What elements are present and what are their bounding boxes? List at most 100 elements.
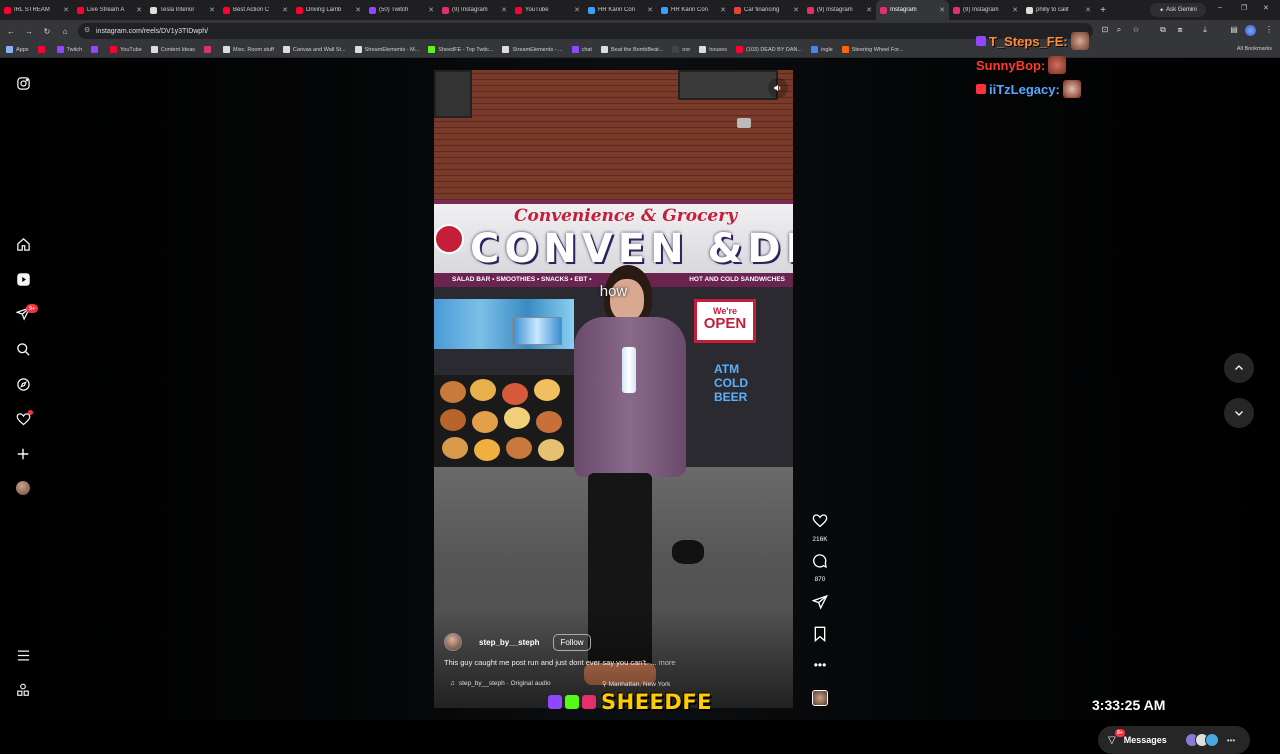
comment-button[interactable]: 870	[806, 553, 834, 583]
home-icon[interactable]	[13, 234, 33, 254]
bookmark-item[interactable]: Content Ideas	[150, 46, 196, 53]
also-from-meta-icon[interactable]	[13, 680, 33, 700]
bookmark-item[interactable]: ingle	[811, 46, 833, 53]
browser-tab[interactable]: HR Karin Con ✕	[657, 0, 730, 20]
browser-tab[interactable]: philly to calif ✕	[1022, 0, 1095, 20]
reel-video[interactable]: Convenience & Grocery CONVEN &DE SALAD B…	[434, 70, 793, 708]
more-menu-icon[interactable]	[13, 645, 33, 665]
new-tab-button[interactable]: +	[1095, 5, 1111, 16]
bookmark-item[interactable]: YouTube	[110, 46, 142, 53]
reload-button[interactable]: ↻	[38, 27, 56, 36]
browser-tab[interactable]: (9) Instagram ✕	[803, 0, 876, 20]
instagram-logo-icon[interactable]	[13, 73, 33, 93]
browser-tab[interactable]: Best Action C ✕	[219, 0, 292, 20]
bookmark-item[interactable]: Canvas and Wall St...	[282, 46, 346, 53]
like-button[interactable]: 216K	[806, 513, 834, 543]
close-tab-icon[interactable]: ✕	[866, 6, 872, 14]
back-button[interactable]: ←	[2, 27, 20, 36]
next-reel-button[interactable]	[1224, 398, 1254, 428]
streamer-name: SHEEDFE	[601, 690, 713, 714]
browser-tab[interactable]: (9) Instagram ✕	[949, 0, 1022, 20]
close-tab-icon[interactable]: ✕	[428, 6, 434, 14]
close-tab-icon[interactable]: ✕	[939, 6, 945, 14]
browser-tab[interactable]: Car financing ✕	[730, 0, 803, 20]
owner-avatar[interactable]	[444, 633, 462, 651]
browser-tab[interactable]: (9) Instagram ✕	[438, 0, 511, 20]
close-tab-icon[interactable]: ✕	[1085, 6, 1091, 14]
minimize-button[interactable]: –	[1218, 4, 1222, 11]
browser-tab[interactable]: HR Karin Con ✕	[584, 0, 657, 20]
direct-icon: ▽ 9+	[1108, 728, 1125, 746]
bookmark-item[interactable]: Beat the BombBeat...	[600, 46, 663, 53]
bookmark-item[interactable]: chat	[571, 46, 592, 53]
previous-reel-button[interactable]	[1224, 353, 1254, 383]
close-tab-icon[interactable]: ✕	[63, 6, 69, 14]
volume-icon[interactable]	[768, 78, 788, 98]
fridge	[512, 317, 562, 345]
follow-button[interactable]: Follow	[553, 633, 591, 651]
all-bookmarks-button[interactable]: All Bookmarks	[1237, 46, 1272, 52]
messages-button[interactable]: ▽ 9+ Messages •••	[1098, 726, 1250, 754]
bookmark-item[interactable]: Apps	[6, 46, 29, 53]
home-button[interactable]: ⌂	[56, 27, 74, 36]
browser-tab[interactable]: Live Stream A ✕	[73, 0, 146, 20]
close-window-button[interactable]: ✕	[1263, 4, 1269, 12]
audio-thumbnail[interactable]	[806, 690, 834, 706]
extension-puzzle-icon[interactable]: ⧈	[1171, 25, 1189, 35]
explore-icon[interactable]	[13, 374, 33, 394]
close-tab-icon[interactable]: ✕	[793, 6, 799, 14]
close-tab-icon[interactable]: ✕	[1012, 6, 1018, 14]
save-button[interactable]	[806, 626, 834, 647]
reels-icon[interactable]	[13, 269, 33, 289]
browser-tab[interactable]: Instagram ✕	[876, 0, 949, 20]
browser-tab[interactable]: Tesla Interior ✕	[146, 0, 219, 20]
close-tab-icon[interactable]: ✕	[720, 6, 726, 14]
close-tab-icon[interactable]: ✕	[355, 6, 361, 14]
close-tab-icon[interactable]: ✕	[209, 6, 215, 14]
bookmark-item[interactable]: StreamElements - ...	[502, 46, 563, 53]
bookmark-star-icon[interactable]: ☆	[1127, 25, 1145, 34]
maximize-button[interactable]: ❐	[1241, 4, 1247, 12]
extensions-icon[interactable]: ⧉	[1154, 25, 1172, 35]
profile-avatar[interactable]	[13, 478, 33, 498]
forward-button[interactable]: →	[20, 27, 38, 36]
close-tab-icon[interactable]: ✕	[282, 6, 288, 14]
bookmark-item[interactable]: Misc. Room stuff	[223, 46, 274, 53]
bookmark-item[interactable]: SheedFE - Top Twitc...	[428, 46, 493, 53]
bookmark-item[interactable]: StreamElements - M...	[354, 46, 419, 53]
browser-tab[interactable]: YouTube ✕	[511, 0, 584, 20]
share-button[interactable]	[806, 594, 834, 615]
close-tab-icon[interactable]: ✕	[136, 6, 142, 14]
owner-username[interactable]: step_by__steph	[479, 638, 539, 647]
close-tab-icon[interactable]: ✕	[501, 6, 507, 14]
bookmark-item[interactable]: Steering Wheel For...	[841, 46, 904, 53]
bookmark-item[interactable]	[37, 46, 48, 53]
bookmark-label: Content Ideas	[160, 46, 196, 53]
close-tab-icon[interactable]: ✕	[574, 6, 580, 14]
browser-menu-icon[interactable]: ⋮	[1260, 25, 1278, 34]
bookmark-label: Steering Wheel For...	[851, 46, 904, 53]
bookmark-item[interactable]: (103) DEAD BY DAN...	[735, 46, 803, 53]
bookmark-item[interactable]: houses	[699, 46, 727, 53]
more-link[interactable]: more	[658, 658, 675, 667]
location-tag[interactable]: ⚲ Manhattan, New York	[602, 680, 670, 688]
like-count: 216K	[812, 536, 828, 543]
site-info-icon[interactable]: ⚙	[84, 26, 90, 34]
search-icon[interactable]	[13, 339, 33, 359]
browser-tab[interactable]: Driving Lamb ✕	[292, 0, 365, 20]
bookmark-item[interactable]	[204, 46, 214, 53]
more-options-button[interactable]: •••	[806, 658, 834, 672]
ask-gemini-button[interactable]: ✦ Ask Gemini	[1150, 3, 1206, 17]
bookmark-item[interactable]	[91, 46, 101, 53]
profile-avatar[interactable]	[1245, 25, 1256, 36]
side-panel-icon[interactable]: ▤	[1225, 25, 1243, 34]
create-plus-icon[interactable]	[13, 444, 33, 464]
browser-tab[interactable]: IRL STREAM ✕	[0, 0, 73, 20]
close-tab-icon[interactable]: ✕	[647, 6, 653, 14]
browser-tab[interactable]: (50) Twitch ✕	[365, 0, 438, 20]
address-bar[interactable]: ⚙ instagram.com/reels/DV1y3TIDwph/	[78, 23, 1093, 39]
download-icon[interactable]: ⤓	[1196, 25, 1214, 35]
bookmark-item[interactable]: oor	[672, 46, 690, 53]
bookmark-label: (103) DEAD BY DAN...	[745, 46, 803, 53]
bookmark-item[interactable]: Twitch	[56, 46, 82, 53]
